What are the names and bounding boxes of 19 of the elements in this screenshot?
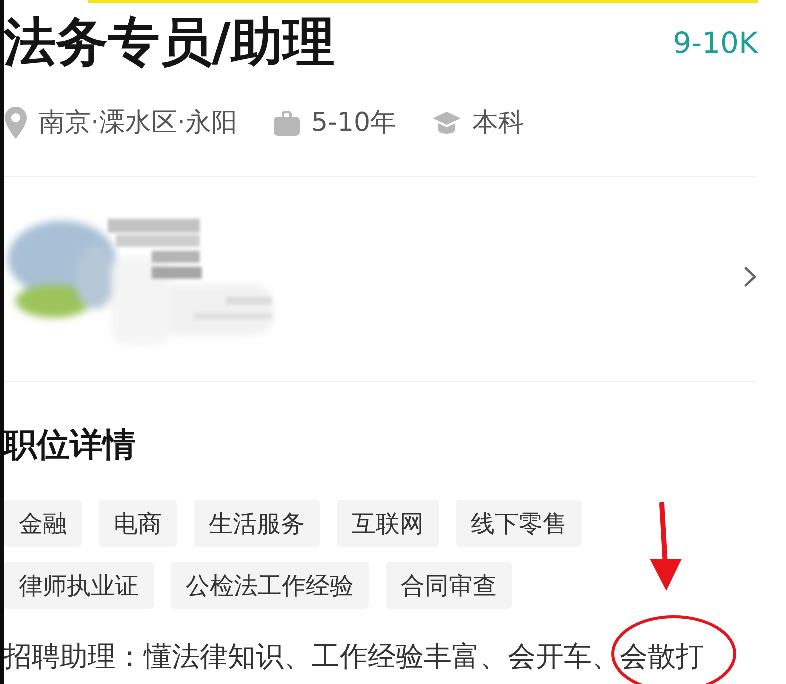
skill-tag: 电商 <box>99 500 177 547</box>
job-title: 法务专员/助理 <box>4 13 335 73</box>
skill-tag: 生活服务 <box>194 500 320 547</box>
chevron-right-icon <box>744 267 757 287</box>
skill-tag: 合同审查 <box>386 562 512 609</box>
job-description-text: 招聘助理：懂法律知识、工作经验丰富、会开车、会散打 <box>4 639 704 675</box>
skill-tag: 互联网 <box>337 500 439 547</box>
experience-text: 5-10年 <box>312 107 397 140</box>
section-heading: 职位详情 <box>4 425 136 465</box>
skill-tag: 公检法工作经验 <box>171 562 369 609</box>
graduation-cap-icon <box>432 112 461 134</box>
skill-tag: 金融 <box>4 500 82 547</box>
education-text: 本科 <box>472 107 525 140</box>
skill-tag: 律师执业证 <box>4 562 154 609</box>
location-pin-icon <box>5 107 27 139</box>
skill-tag: 线下零售 <box>456 500 582 547</box>
briefcase-icon <box>274 110 300 136</box>
salary-text: 9-10K <box>673 25 758 62</box>
location-text: 南京·溧水区·永阳 <box>39 107 238 140</box>
